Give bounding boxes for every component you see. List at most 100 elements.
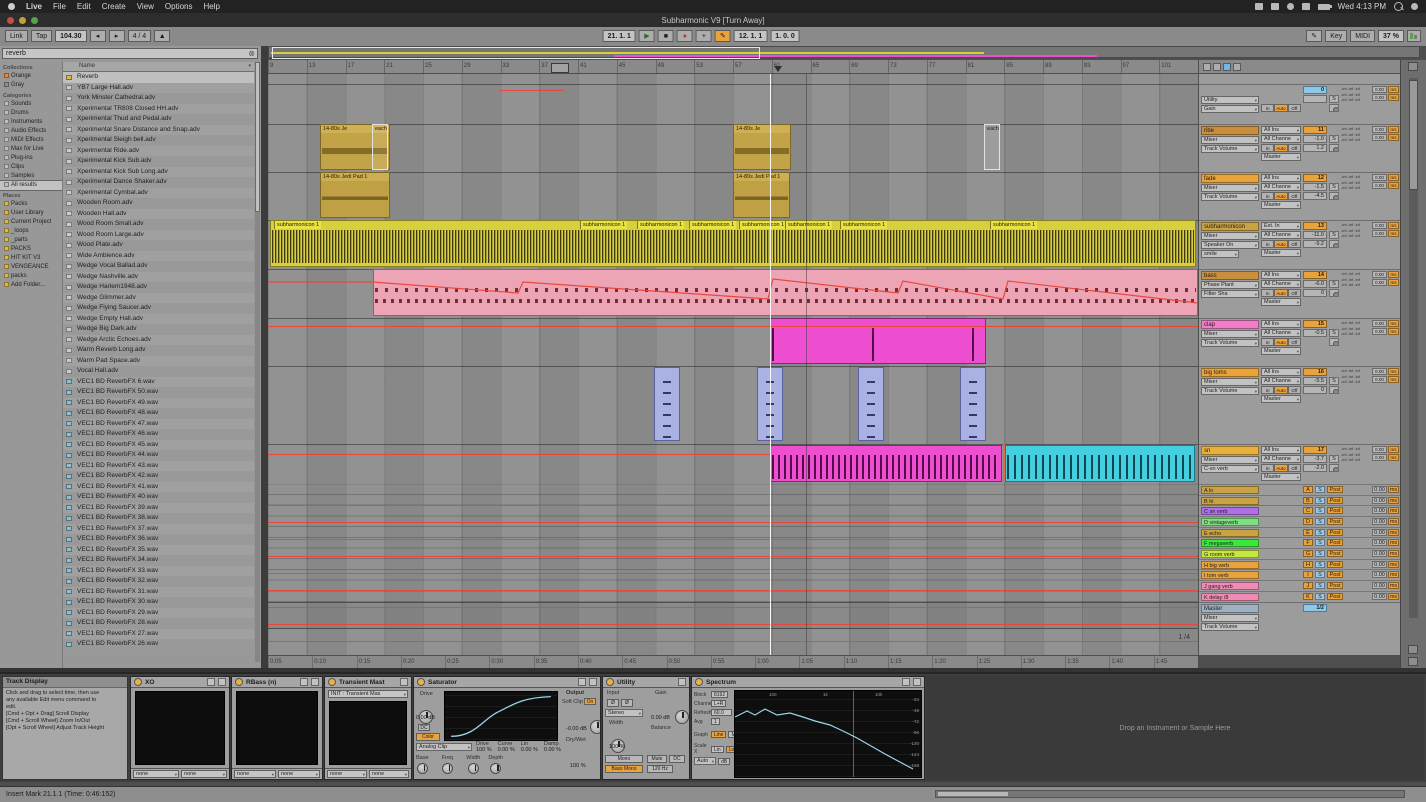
track-delay-value[interactable]: 0.00 xyxy=(1372,126,1387,133)
record-button[interactable]: ● xyxy=(676,30,693,42)
category-item[interactable]: Plug-ins xyxy=(0,154,62,163)
monitor-in-button[interactable]: In xyxy=(1261,144,1275,152)
time-signature-field[interactable]: 4 / 4 xyxy=(127,30,152,42)
send-values[interactable]: -inf -inf -inf -inf -inf -inf -inf -inf … xyxy=(1341,174,1371,191)
clip[interactable]: each xyxy=(984,124,1000,170)
track-name-chip[interactable]: fade xyxy=(1201,174,1259,183)
parameter-chooser[interactable]: Gain xyxy=(1201,105,1259,113)
file-row[interactable]: Vocal Hall.adv xyxy=(63,366,254,377)
plugin-param-slot[interactable]: none xyxy=(234,770,276,778)
file-row[interactable]: Xperimental Cymbal.adv xyxy=(63,187,254,198)
track-delay-value-2[interactable]: 0.00 xyxy=(1372,454,1387,461)
track-volume-value[interactable]: -6.0 xyxy=(1303,280,1327,288)
monitor-buttons[interactable]: In Auto Off xyxy=(1261,386,1301,394)
return-track-header[interactable]: D vintageverb D S Post 0.00 ms xyxy=(1199,516,1400,526)
file-row[interactable]: YB7 Large Hall.adv xyxy=(63,82,254,93)
scroll-thumb[interactable] xyxy=(1409,80,1418,190)
spotlight-icon[interactable] xyxy=(1394,2,1403,11)
browser-scroll-thumb[interactable] xyxy=(255,62,260,212)
track-number-badge[interactable]: 16 xyxy=(1303,368,1327,376)
send-values[interactable]: -inf -inf -inf -inf -inf -inf -inf -inf … xyxy=(1341,271,1371,288)
input-type-chooser[interactable]: Ext. In xyxy=(1261,222,1301,230)
monitor-buttons[interactable]: In Auto Off xyxy=(1261,289,1301,297)
file-row[interactable]: Wedge Empty Hall.adv xyxy=(63,313,254,324)
arm-button[interactable] xyxy=(1329,192,1339,200)
return-solo-button[interactable]: S xyxy=(1315,529,1325,536)
input-channel-chooser[interactable]: All Channe xyxy=(1261,280,1301,288)
send-row[interactable]: -inf -inf -inf xyxy=(1341,97,1371,103)
clip-segment-label[interactable]: subharmonicon 1 xyxy=(637,221,685,229)
file-row[interactable]: VEC1 BD ReverbFX 31.wav xyxy=(63,586,254,597)
device-on-toggle[interactable] xyxy=(417,678,425,686)
track-number-badge[interactable]: 12 xyxy=(1303,174,1327,182)
send-values[interactable]: -inf -inf -inf -inf -inf -inf -inf -inf … xyxy=(1341,320,1371,337)
track-delay-value-2[interactable]: 0.00 xyxy=(1372,279,1387,286)
bluetooth-icon[interactable] xyxy=(1286,3,1294,10)
knob[interactable] xyxy=(490,763,502,774)
place-item[interactable]: Packs xyxy=(0,200,62,209)
monitor-in-button[interactable]: In xyxy=(1261,192,1275,200)
menu-file[interactable]: File xyxy=(53,2,66,11)
return-solo-button[interactable]: S xyxy=(1315,593,1325,600)
phase-right-toggle[interactable]: Ø xyxy=(621,699,633,707)
browser-scrollbar[interactable] xyxy=(255,62,260,662)
battery-icon[interactable] xyxy=(1317,3,1332,10)
monitor-auto-button[interactable]: Auto xyxy=(1274,386,1288,394)
track-pan-value[interactable]: -2.0 xyxy=(1303,464,1327,472)
track-volume-value[interactable]: -3.7 xyxy=(1303,455,1327,463)
menu-view[interactable]: View xyxy=(137,2,154,11)
track-delay-value[interactable]: 0.00 xyxy=(1372,222,1387,229)
file-row[interactable]: Wood Room Small.adv xyxy=(63,219,254,230)
clip[interactable] xyxy=(770,318,986,364)
file-row[interactable]: VEC1 BD ReverbFX 34.wav xyxy=(63,555,254,566)
plugin-screen[interactable] xyxy=(236,691,318,765)
track-header[interactable]: big toms Mixer Track Volume All Ins All … xyxy=(1199,366,1400,444)
return-solo-button[interactable]: S xyxy=(1315,497,1325,504)
file-row[interactable]: Xperimental TR808 Closed HH.adv xyxy=(63,103,254,114)
width-value[interactable]: 100 % xyxy=(609,744,625,750)
category-item[interactable]: Sounds xyxy=(0,100,62,109)
automation-line[interactable] xyxy=(268,454,770,455)
color-toggle[interactable]: Color xyxy=(416,733,440,741)
track-pan-value[interactable]: 1.2 xyxy=(1303,144,1327,152)
file-row[interactable]: VEC1 BD ReverbFX 28.wav xyxy=(63,618,254,629)
saturator-stat[interactable]: Lin 0.00 % xyxy=(521,741,538,753)
monitor-off-button[interactable]: Off xyxy=(1287,144,1301,152)
parameter-chooser[interactable]: C-sn verb xyxy=(1201,465,1259,473)
category-item[interactable]: Samples xyxy=(0,172,62,181)
file-row[interactable]: VEC1 BD ReverbFX 26.wav xyxy=(63,639,254,650)
file-row[interactable]: VEC1 BD ReverbFX 48.wav xyxy=(63,408,254,419)
display-icon[interactable] xyxy=(1254,3,1263,10)
place-item[interactable]: PACKS xyxy=(0,245,62,254)
stat-value[interactable]: 0.00 % xyxy=(544,747,561,753)
file-row[interactable]: Reverb xyxy=(63,72,254,83)
return-delay-value[interactable]: 0.00 xyxy=(1372,571,1387,578)
scale-lin-button[interactable]: Lin xyxy=(711,745,724,753)
file-row[interactable]: Xperimental Snare Distance and Snap.adv xyxy=(63,124,254,135)
file-row[interactable]: VEC1 BD ReverbFX 45.wav xyxy=(63,439,254,450)
lane-button-3[interactable] xyxy=(1233,63,1241,71)
file-row[interactable]: VEC1 BD ReverbFX 27.wav xyxy=(63,628,254,639)
return-post-toggle[interactable]: Post xyxy=(1327,550,1343,557)
output-chooser[interactable]: Master xyxy=(1261,249,1301,257)
return-track-header[interactable]: F megaverb F S Post 0.00 ms xyxy=(1199,537,1400,547)
file-row[interactable]: Wedge Glimmer.adv xyxy=(63,292,254,303)
tempo-field[interactable]: 104.30 xyxy=(55,30,87,42)
track-delay-value[interactable]: 0.00 xyxy=(1372,446,1387,453)
link-button[interactable]: Link xyxy=(5,30,28,42)
collection-item[interactable]: Gray xyxy=(0,81,62,90)
return-delay-value[interactable]: 0.00 xyxy=(1372,582,1387,589)
channel-mode-chooser[interactable]: Stereo xyxy=(605,709,643,717)
device-chooser[interactable]: Mixer xyxy=(1201,456,1259,464)
drive-value[interactable]: 0.00 dB xyxy=(416,715,435,721)
master-parameter-chooser[interactable]: Track Volume xyxy=(1201,623,1259,631)
file-row[interactable]: VEC1 BD ReverbFX 50.wav xyxy=(63,387,254,398)
zoom-window-button[interactable] xyxy=(31,17,38,24)
monitor-in-button[interactable]: In xyxy=(1261,386,1275,394)
output-value[interactable]: -0.00 dB xyxy=(566,726,587,732)
bass-automation-envelope[interactable] xyxy=(268,269,1198,316)
gain-knob[interactable] xyxy=(675,710,689,724)
place-item[interactable]: HIT KIT V3 xyxy=(0,254,62,263)
mute-toggle[interactable]: Mute xyxy=(647,755,667,763)
parameter-chooser[interactable]: Track Volume xyxy=(1201,387,1259,395)
